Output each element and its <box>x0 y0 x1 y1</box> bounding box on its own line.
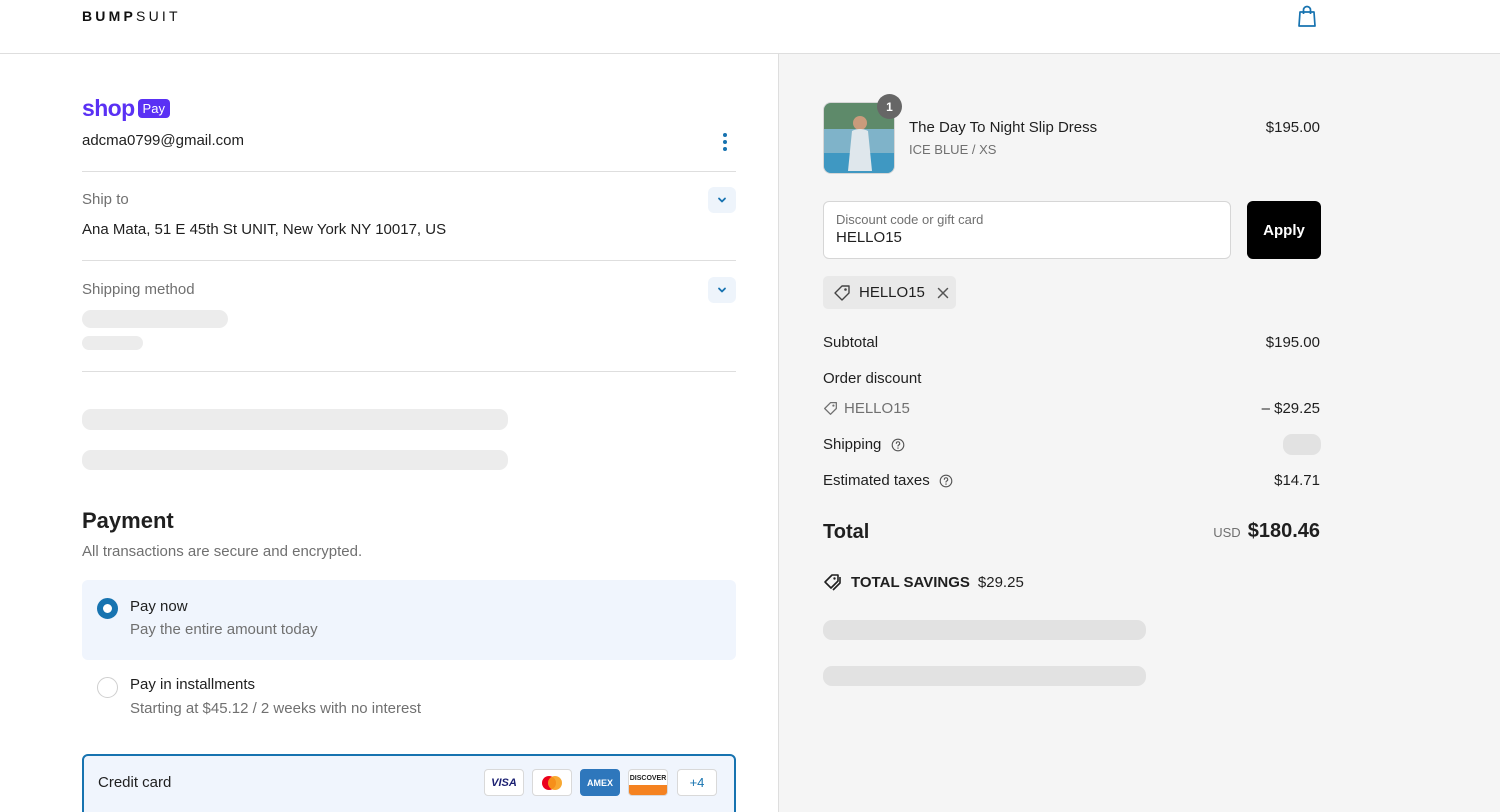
shopping-bag-icon[interactable] <box>1294 3 1320 29</box>
ship-to-label: Ship to <box>82 191 129 208</box>
loading-placeholder <box>82 409 508 430</box>
store-logo[interactable]: BUMPSUIT <box>82 8 181 24</box>
savings-tag-icon <box>824 574 841 591</box>
pay-now-radio[interactable] <box>97 598 118 619</box>
discover-card-icon: DISCOVER <box>628 769 668 796</box>
chevron-down-icon <box>718 287 726 293</box>
quantity-badge: 1 <box>877 94 902 119</box>
divider <box>82 260 736 261</box>
shipping-loading-placeholder <box>1283 434 1321 455</box>
discount-code-row: HELLO15 <box>823 400 910 417</box>
pay-installments-title[interactable]: Pay in installments <box>130 676 255 693</box>
payment-subtitle: All transactions are secure and encrypte… <box>82 543 363 560</box>
mastercard-icon <box>532 769 572 796</box>
discount-code-name: HELLO15 <box>844 400 910 417</box>
shipping-method-expand-button[interactable] <box>708 277 736 303</box>
total-amount: USD $180.46 <box>1213 520 1320 543</box>
loading-placeholder <box>82 310 228 328</box>
shipping-label-row: Shipping <box>823 436 905 453</box>
loading-placeholder <box>823 620 1146 640</box>
savings-value: $29.25 <box>977 573 1024 591</box>
remove-discount-button[interactable] <box>935 285 951 301</box>
divider <box>82 371 736 372</box>
pay-now-description: Pay the entire amount today <box>130 621 318 638</box>
tag-icon <box>834 284 850 301</box>
pay-now-option[interactable] <box>82 580 736 660</box>
payment-heading: Payment <box>82 508 174 533</box>
subtotal-label: Subtotal <box>823 334 879 351</box>
total-label: Total <box>823 521 870 543</box>
help-circle-icon <box>939 474 953 488</box>
tag-icon <box>824 402 837 415</box>
shop-pay-badge: Pay <box>137 99 170 118</box>
pay-installments-radio[interactable] <box>97 677 118 698</box>
more-options-icon[interactable] <box>717 131 733 153</box>
discount-amount: – $29.25 <box>1261 400 1320 417</box>
pay-now-title: Pay now <box>130 598 188 615</box>
site-header: BUMPSUIT <box>0 0 1500 54</box>
product-name: The Day To Night Slip Dress <box>909 119 1098 136</box>
amex-card-icon: AMEX <box>580 769 620 796</box>
product-price: $195.00 <box>1265 119 1320 136</box>
product-variant: ICE BLUE / XS <box>909 142 997 157</box>
help-circle-icon <box>891 438 904 452</box>
discount-code-value[interactable]: HELLO15 <box>836 229 902 246</box>
visa-card-icon: VISA <box>484 769 524 796</box>
credit-card-label: Credit card <box>98 774 172 791</box>
pay-installments-description: Starting at $45.12 / 2 weeks with no int… <box>130 700 421 717</box>
shipping-summary-label: Shipping <box>823 436 882 453</box>
taxes-label: Estimated taxes <box>823 472 930 489</box>
currency-code: USD <box>1213 525 1241 540</box>
order-discount-label: Order discount <box>823 370 922 387</box>
shop-pay-logo: shop Pay <box>82 95 170 122</box>
taxes-label-row: Estimated taxes <box>823 472 953 489</box>
discount-code-label: Discount code or gift card <box>836 212 984 227</box>
taxes-value: $14.71 <box>1274 472 1320 489</box>
more-cards-badge: +4 <box>677 769 717 796</box>
close-icon <box>937 287 949 298</box>
loading-placeholder <box>82 450 508 470</box>
chevron-down-icon <box>718 197 726 203</box>
account-email: adcma0799@gmail.com <box>82 132 244 149</box>
total-value: $180.46 <box>1247 520 1320 542</box>
ship-to-expand-button[interactable] <box>708 187 736 213</box>
loading-placeholder <box>82 336 143 350</box>
loading-placeholder <box>823 666 1146 686</box>
applied-discount-chip: HELLO15 <box>823 276 956 309</box>
shipping-address: Ana Mata, 51 E 45th St UNIT, New York NY… <box>82 221 447 238</box>
apply-discount-button[interactable]: Apply <box>1247 201 1321 259</box>
savings-label: TOTAL SAVINGS <box>851 573 970 591</box>
total-savings: TOTAL SAVINGS $29.25 <box>823 573 1024 591</box>
shop-pay-word: shop <box>82 95 135 121</box>
divider <box>82 171 736 172</box>
shipping-method-label: Shipping method <box>82 281 195 298</box>
applied-discount-code: HELLO15 <box>859 284 925 301</box>
subtotal-value: $195.00 <box>1265 334 1320 351</box>
